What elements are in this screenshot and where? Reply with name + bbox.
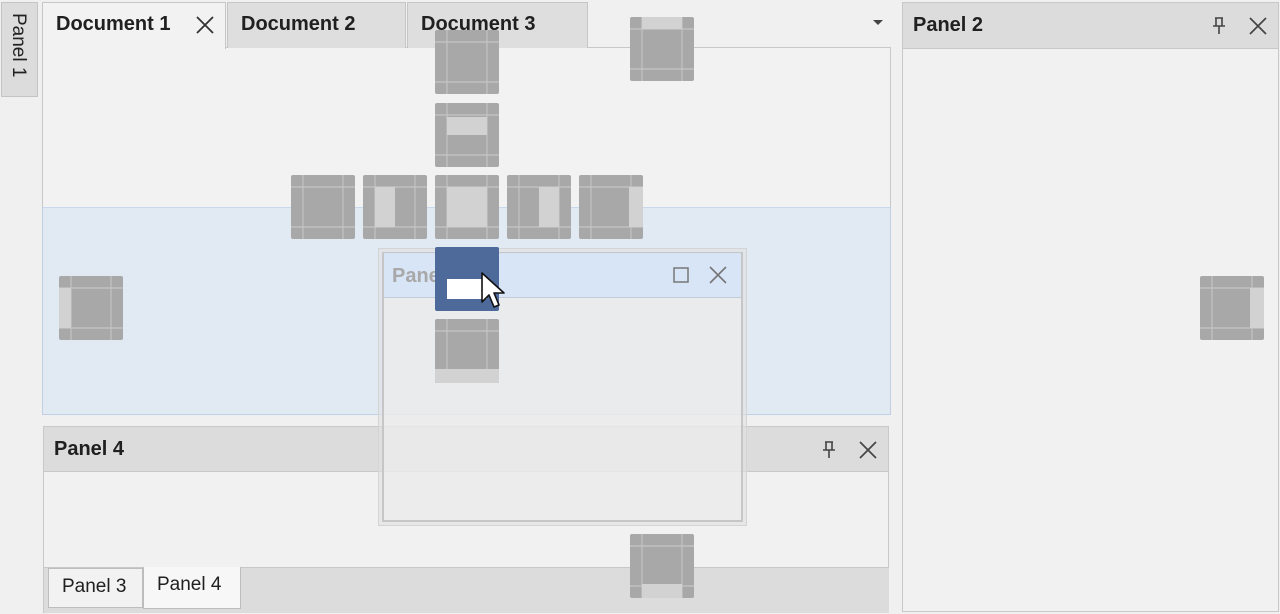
tab-label: Document 1	[56, 13, 171, 35]
pin-icon[interactable]	[818, 439, 840, 461]
dock-guide-outer-right[interactable]	[1200, 276, 1264, 340]
close-icon[interactable]	[857, 439, 879, 461]
tab-label: Panel 3	[62, 576, 127, 597]
side-tab-label: Panel 1	[8, 13, 29, 78]
panel-2-header: Panel 2	[902, 2, 1279, 49]
mouse-cursor-icon	[480, 272, 508, 312]
dock-guide-center-top[interactable]	[435, 103, 499, 167]
dock-guide-outer-left[interactable]	[59, 276, 123, 340]
tab-document-1[interactable]: Document 1	[42, 2, 226, 49]
dock-guide-document-bottom[interactable]	[435, 319, 499, 383]
dock-guide-center-far-left[interactable]	[291, 175, 355, 239]
pin-icon[interactable]	[1208, 15, 1230, 37]
tab-label: Document 2	[241, 13, 356, 35]
dock-guide-outer-top[interactable]	[630, 17, 694, 81]
dock-guide-outer-bottom[interactable]	[630, 534, 694, 598]
panel-title: Panel 4	[54, 438, 125, 460]
panel-title: Panel 2	[913, 14, 984, 36]
chevron-down-icon[interactable]	[868, 12, 888, 32]
close-icon[interactable]	[1247, 15, 1269, 37]
floating-panel-title: Pane	[392, 265, 440, 287]
dock-guide-center-far-right[interactable]	[579, 175, 643, 239]
side-tab-panel-1[interactable]: Panel 1	[1, 2, 38, 97]
dock-guide-document-top[interactable]	[435, 30, 499, 94]
dock-guide-center-left[interactable]	[363, 175, 427, 239]
dock-guide-center-right[interactable]	[507, 175, 571, 239]
close-icon[interactable]	[707, 264, 729, 286]
tab-panel-3[interactable]: Panel 3	[48, 568, 143, 608]
dock-guide-center-fill[interactable]	[435, 175, 499, 239]
tab-document-2[interactable]: Document 2	[227, 2, 406, 48]
tab-label: Panel 4	[157, 574, 222, 595]
close-icon[interactable]	[193, 13, 217, 37]
tab-panel-4[interactable]: Panel 4	[143, 567, 241, 609]
maximize-icon[interactable]	[670, 264, 692, 286]
